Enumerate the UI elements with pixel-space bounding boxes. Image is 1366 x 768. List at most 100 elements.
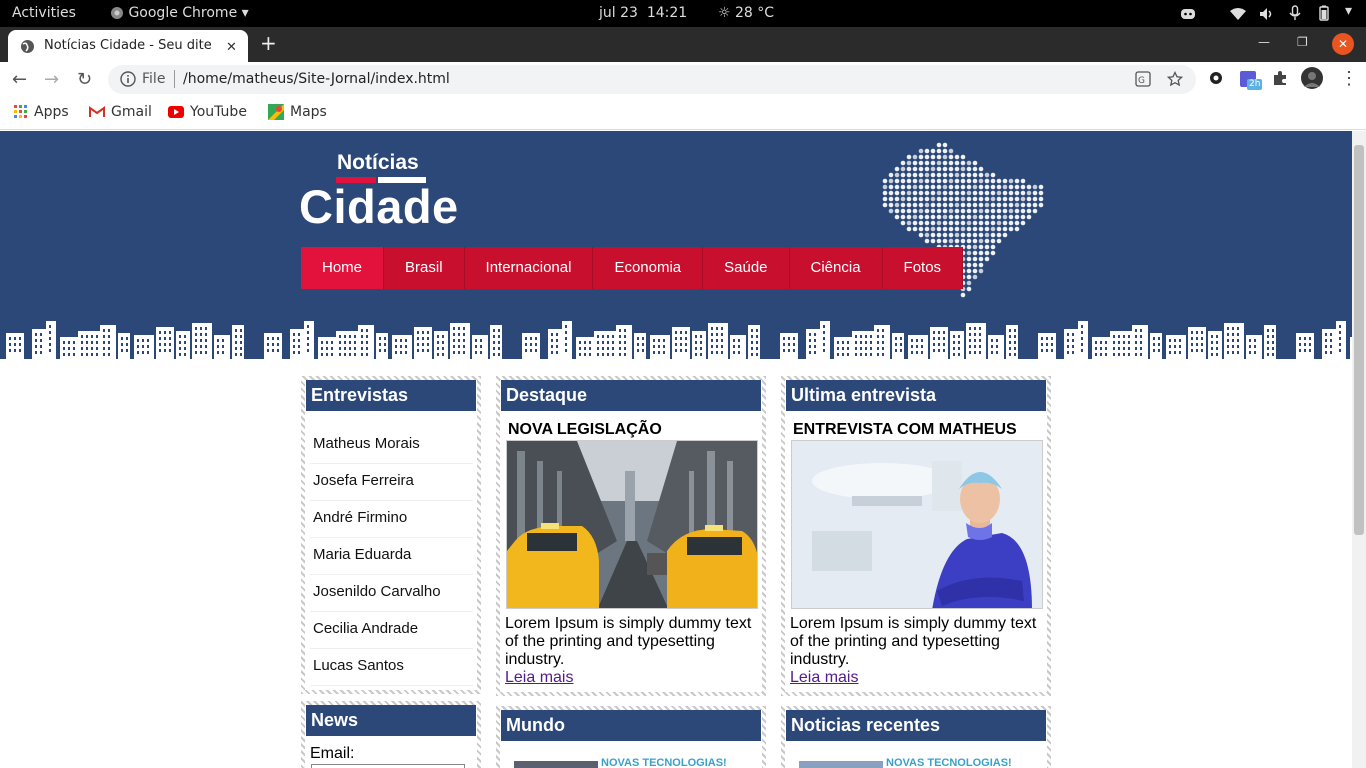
logo-main-text[interactable]: Cidade <box>299 179 459 234</box>
more-menu-icon[interactable]: ⋮ <box>1340 68 1358 89</box>
interview-link[interactable]: Cecilia Andrade <box>310 612 473 649</box>
browser-toolbar: ← → ↻ File /home/matheus/Site-Jornal/ind… <box>0 62 1366 96</box>
news-item-title[interactable]: NOVAS TECNOLOGIAS! <box>601 757 727 768</box>
weather[interactable]: ☼ 28 °C <box>718 5 774 21</box>
gmail-icon <box>89 106 105 117</box>
page-scrollbar[interactable] <box>1352 131 1366 768</box>
reload-button[interactable]: ↻ <box>77 69 92 90</box>
site-header: Notícias Cidade Home Brasil Internaciona… <box>0 131 1352 359</box>
translate-icon[interactable]: G <box>1135 71 1151 87</box>
bookmark-apps[interactable]: Apps <box>14 104 69 120</box>
close-tab-icon[interactable]: ✕ <box>226 39 237 55</box>
new-tab-button[interactable]: + <box>260 31 277 55</box>
extension-icon[interactable] <box>1208 70 1224 91</box>
article-title: NOVA LEGISLAÇÃO <box>508 421 662 438</box>
forward-button[interactable]: → <box>44 69 59 90</box>
news-box: News Email: <box>301 701 481 768</box>
bookmark-label: Gmail <box>111 104 152 120</box>
menu-item-fotos[interactable]: Fotos <box>882 247 964 289</box>
app-name: Google Chrome <box>128 5 238 21</box>
news-item-title[interactable]: NOVAS TECNOLOGIAS! <box>886 757 1012 768</box>
youtube-icon <box>168 106 184 118</box>
article-summary: Lorem Ipsum is simply dummy text of the … <box>505 615 752 668</box>
tab-strip: Notícias Cidade - Seu dite ✕ + — ❐ ✕ <box>0 27 1366 62</box>
ultima-entrevista-box: Ultima entrevista ENTREVISTA COM MATHEUS… <box>781 376 1051 696</box>
main-menu: Home Brasil Internacional Economia Saúde… <box>301 247 964 289</box>
calendar-extension-icon[interactable]: 2h <box>1240 69 1262 96</box>
menu-item-internacional[interactable]: Internacional <box>464 247 594 289</box>
maximize-button[interactable]: ❐ <box>1297 35 1308 49</box>
news-thumbnail[interactable] <box>799 761 883 768</box>
activities-button[interactable]: Activities <box>12 5 76 21</box>
date-text: jul 23 <box>599 5 638 21</box>
extension-badge: 2h <box>1249 79 1261 89</box>
system-top-bar: Activities Google Chrome ▾ jul 23 14:21 … <box>0 0 1366 27</box>
interview-link[interactable]: Josenildo Carvalho <box>310 575 473 612</box>
interview-link[interactable]: Lucas Santos <box>310 649 473 686</box>
email-input[interactable] <box>311 764 465 768</box>
bookmark-label: Maps <box>290 104 327 120</box>
city-skyline-illustration <box>6 321 1352 359</box>
volume-icon[interactable] <box>1259 6 1275 22</box>
article-title: ENTREVISTA COM MATHEUS <box>793 421 1017 438</box>
interview-link[interactable]: Matheus Morais <box>310 427 473 464</box>
menu-item-home[interactable]: Home <box>301 247 385 289</box>
microphone-icon[interactable] <box>1289 5 1301 21</box>
mundo-box: Mundo NOVAS TECNOLOGIAS! <box>496 706 766 768</box>
interview-link[interactable]: Maria Eduarda <box>310 538 473 575</box>
wifi-icon[interactable] <box>1230 6 1246 22</box>
address-bar[interactable]: File /home/matheus/Site-Jornal/index.htm… <box>108 65 1196 94</box>
back-button[interactable]: ← <box>12 69 27 90</box>
bookmarks-bar: Apps Gmail YouTube Maps <box>0 96 1366 130</box>
browser-tab[interactable]: Notícias Cidade - Seu dite ✕ <box>8 30 248 62</box>
avatar[interactable] <box>1301 67 1323 94</box>
bookmark-maps[interactable]: Maps <box>268 104 327 120</box>
entrevistas-box: Entrevistas Matheus Morais Josefa Ferrei… <box>301 376 481 694</box>
url-text[interactable]: /home/matheus/Site-Jornal/index.html <box>183 71 450 87</box>
menu-item-saude[interactable]: Saúde <box>703 247 790 289</box>
destaque-box: Destaque NOVA LEGISLAÇÃO Lorem Ipsum is … <box>496 376 766 696</box>
menu-item-economia[interactable]: Economia <box>593 247 704 289</box>
sun-icon: ☼ <box>718 5 731 21</box>
page-viewport: Notícias Cidade Home Brasil Internaciona… <box>0 131 1352 768</box>
read-more-link[interactable]: Leia mais <box>790 669 858 687</box>
info-icon[interactable] <box>120 71 136 87</box>
bookmark-label: YouTube <box>190 104 247 120</box>
menu-item-ciencia[interactable]: Ciência <box>789 247 883 289</box>
bookmark-youtube[interactable]: YouTube <box>168 104 247 120</box>
chrome-app-icon <box>111 7 123 19</box>
time-text: 14:21 <box>646 5 688 21</box>
doctor-photo[interactable] <box>791 440 1043 609</box>
minimize-button[interactable]: — <box>1258 35 1270 49</box>
chevron-down-icon: ▾ <box>241 5 249 21</box>
news-thumbnail[interactable] <box>514 761 598 768</box>
bookmark-label: Apps <box>34 104 69 120</box>
system-menu-chevron-icon[interactable]: ▾ <box>1345 3 1352 19</box>
ultima-entrevista-title: Ultima entrevista <box>786 380 1046 411</box>
taxi-city-photo[interactable] <box>506 440 758 609</box>
logo-top-text[interactable]: Notícias <box>337 151 419 175</box>
tab-title: Notícias Cidade - Seu dite <box>44 38 212 53</box>
article-summary: Lorem Ipsum is simply dummy text of the … <box>790 615 1037 668</box>
app-menu[interactable]: Google Chrome ▾ <box>110 5 249 21</box>
email-label: Email: <box>310 745 355 762</box>
puzzle-icon[interactable] <box>1272 70 1288 91</box>
clock[interactable]: jul 23 14:21 <box>599 5 687 21</box>
apps-grid-icon <box>14 105 27 118</box>
entrevistas-title: Entrevistas <box>306 380 476 411</box>
menu-item-brasil[interactable]: Brasil <box>384 247 465 289</box>
destaque-title: Destaque <box>501 380 761 411</box>
read-more-link[interactable]: Leia mais <box>505 669 573 687</box>
scrollbar-thumb[interactable] <box>1354 145 1364 535</box>
bookmark-gmail[interactable]: Gmail <box>89 104 152 120</box>
discord-icon[interactable] <box>1180 6 1196 22</box>
file-label: File <box>142 71 166 87</box>
interview-link[interactable]: André Firmino <box>310 501 473 538</box>
interview-link[interactable]: Josefa Ferreira <box>310 464 473 501</box>
battery-icon[interactable] <box>1318 5 1330 21</box>
maps-icon <box>268 104 284 120</box>
window-close-button[interactable]: ✕ <box>1332 33 1354 55</box>
bookmark-star-icon[interactable] <box>1167 71 1183 87</box>
weather-text: 28 °C <box>735 5 775 21</box>
globe-icon <box>21 40 34 53</box>
